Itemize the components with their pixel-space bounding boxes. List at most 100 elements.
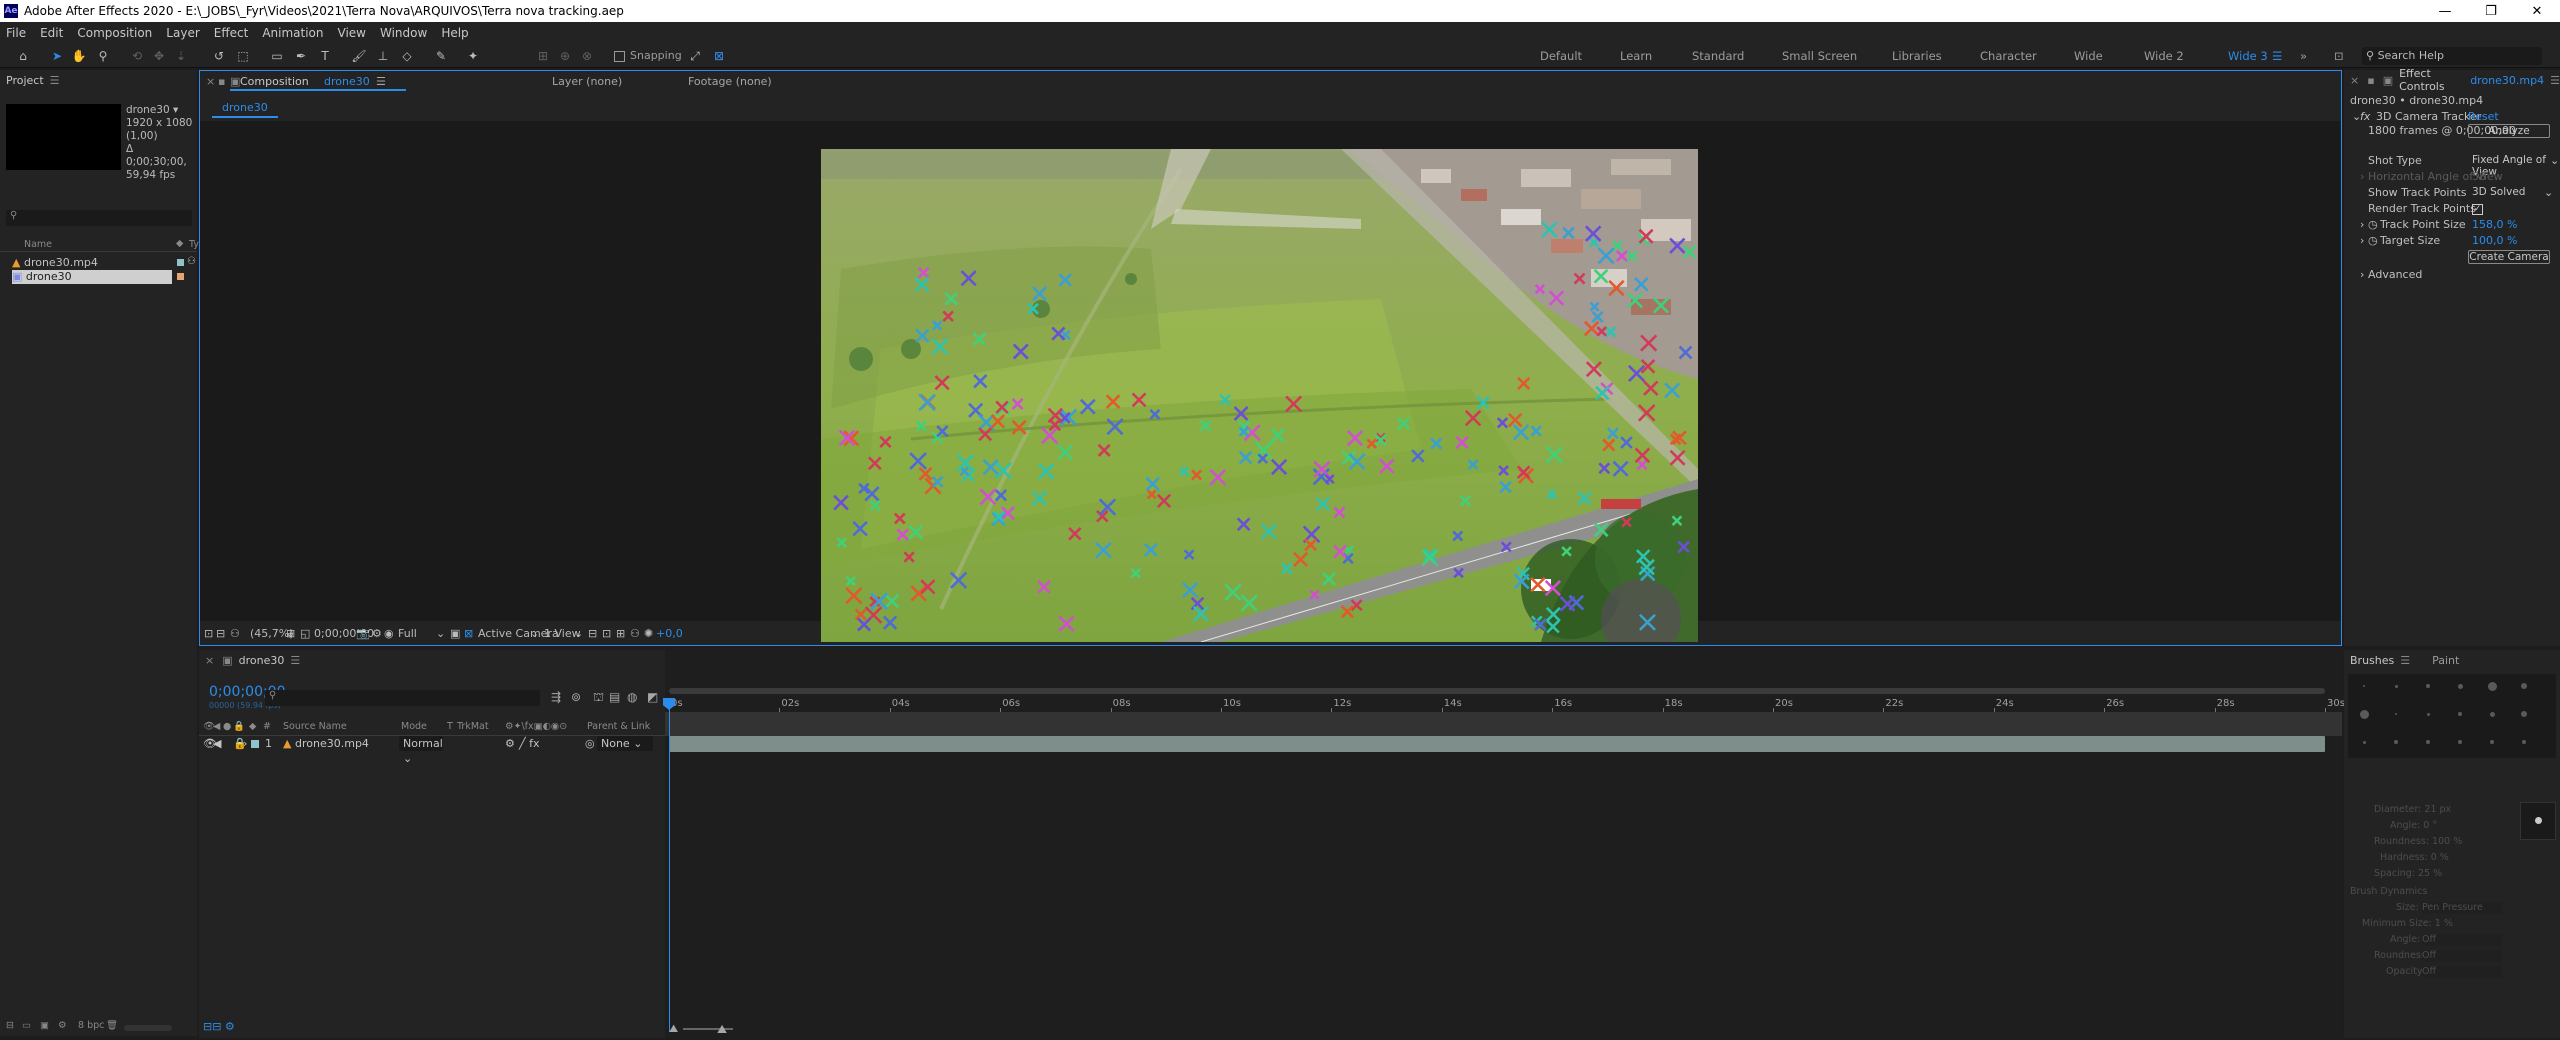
layer-number-col[interactable]: # [263,721,271,732]
chevron-down-icon[interactable]: ⌄ [530,627,539,640]
shy-layers-icon[interactable]: ⛫ [593,690,604,706]
menu-edit[interactable]: Edit [40,26,63,40]
brush-preset[interactable] [2363,685,2365,687]
timeline-tab[interactable]: drone30 [239,654,285,667]
layer-name[interactable]: drone30.mp4 [295,737,369,750]
view-options-icon[interactable]: ⚇ [230,627,240,640]
parent-dropdown[interactable]: None ⌄ [597,736,653,751]
draft-3d-icon[interactable]: ⊚ [571,690,581,704]
panel-menu-icon[interactable]: ☰ [2400,654,2410,667]
pan-behind-tool-icon[interactable]: ⬚ [234,48,252,64]
roundness-dropdown[interactable]: Off [2422,950,2502,962]
reset-link[interactable]: Reset [2468,110,2499,123]
flowchart-icon[interactable]: ⚇ [630,627,640,640]
home-icon[interactable]: ⌂ [14,48,32,64]
brush-preset[interactable] [2362,740,2366,744]
workspace-panel-icon[interactable]: ⊡ [2334,49,2344,63]
chevron-right-icon[interactable]: › [2360,268,2364,281]
brush-preset[interactable] [2489,711,2495,717]
playhead[interactable] [669,702,670,1032]
brush-preset[interactable] [2426,684,2430,688]
motion-blur-icon[interactable]: ◍ [627,690,637,704]
panel-menu-icon[interactable]: ☰ [50,74,60,87]
bpc-label[interactable]: 8 bpc [78,1020,104,1031]
project-search-input[interactable]: ⚲ [6,210,192,226]
brush-preset[interactable] [2490,740,2494,744]
menu-layer[interactable]: Layer [166,26,199,40]
brushes-tab[interactable]: Brushes [2350,654,2394,667]
source-name-col[interactable]: Source Name [283,721,347,732]
layer-switches-toggle-icon[interactable]: ⊟⊟ ⚙ [203,1020,235,1033]
puppet-pin-tool-icon[interactable]: ✦ [464,48,482,64]
opacity-dropdown[interactable]: Off [2422,966,2502,978]
snapshot-icon[interactable]: 📷 [356,627,370,640]
menu-file[interactable]: File [6,26,26,40]
stopwatch-icon[interactable]: ◷ [2368,234,2378,247]
chevron-right-icon[interactable]: › [2360,218,2364,231]
audio-switch-icon[interactable]: ◀ [213,721,220,732]
brush-preset[interactable] [2521,711,2527,717]
workspace-libraries[interactable]: Libraries [1892,49,1942,63]
project-item-composition[interactable]: ▣ drone30 [12,270,172,284]
selection-tool-icon[interactable]: ➤ [48,48,66,64]
project-tab[interactable]: Project [6,74,44,87]
t-col[interactable]: T [447,721,453,732]
close-tab-icon[interactable]: × [205,654,214,667]
workspace-default[interactable]: Default [1540,49,1582,63]
advanced-group[interactable]: Advanced [2368,268,2422,281]
region-of-interest-icon[interactable]: ▣ [450,627,460,640]
effect-name[interactable]: 3D Camera Tracker [2376,110,2481,123]
adjust-settings-icon[interactable]: ⚙ [58,1020,67,1031]
layer-label-swatch[interactable] [251,740,259,748]
delete-icon[interactable]: 🗑 [106,1020,118,1031]
menu-help[interactable]: Help [441,26,468,40]
chevron-down-icon[interactable]: ⌄ [436,627,445,640]
brush-preset[interactable] [2426,740,2430,744]
toggle-pixel-aspect-icon[interactable]: ⊟ [588,627,597,640]
rotation-tool-icon[interactable]: ↺ [210,48,228,64]
brush-preset[interactable] [2394,684,2398,688]
hand-tool-icon[interactable]: ✋ [70,48,88,64]
graph-editor-icon[interactable]: ◩ [647,690,658,704]
track-size-value[interactable]: 158,0 % [2472,218,2517,231]
interpret-footage-icon[interactable]: ⊟ [6,1020,14,1031]
workspace-learn[interactable]: Learn [1620,49,1652,63]
eraser-tool-icon[interactable]: ◇ [398,48,416,64]
label-tag-icon[interactable]: ◆ [249,721,256,732]
view-axis-icon[interactable]: ⊗ [578,48,596,64]
stopwatch-icon[interactable]: ◷ [2368,218,2378,231]
timeline-layer-row[interactable]: 👁 ◀ 🔒 › 1 ▲ drone30.mp4 ⚙ ╱ fx Normal ⌄ … [199,736,665,765]
col-type-truncated[interactable]: Ty [189,239,199,250]
brush-preset[interactable] [2458,712,2462,716]
switches-icon[interactable]: ⚙ [505,737,515,750]
new-composition-icon[interactable]: ▣ [40,1020,49,1031]
frame-blending-icon[interactable]: ▤ [609,690,620,704]
lock-icon[interactable]: ▪ [2367,74,2374,87]
analyze-button[interactable]: Analyze [2468,124,2550,138]
toggle-mask-icon[interactable]: ◱ [300,627,310,640]
grid-guides-icon[interactable]: ⊞ [286,627,295,640]
menu-view[interactable]: View [338,26,366,40]
menu-effect[interactable]: Effect [214,26,249,40]
show-snapshot-icon[interactable]: ⚙ [372,627,382,640]
always-preview-icon[interactable]: ⊡ [204,627,213,640]
effect-controls-layer[interactable]: drone30.mp4 [2470,74,2544,87]
create-camera-button[interactable]: Create Camera [2468,250,2550,264]
shot-type-dropdown[interactable]: Fixed Angle of View [2472,154,2560,178]
panel-menu-icon[interactable]: ☰ [290,654,300,667]
reset-exposure-icon[interactable]: ✺ [644,627,653,640]
new-folder-icon[interactable]: ▭ [22,1020,31,1031]
timeline-search-input[interactable]: ⚲ [265,690,540,706]
parent-link-col[interactable]: Parent & Link [587,721,650,732]
dolly-camera-icon[interactable]: ⇣ [172,48,190,64]
type-tool-icon[interactable]: T [316,48,334,64]
composition-tab[interactable]: Composition [240,75,309,88]
target-size-value[interactable]: 100,0 % [2472,234,2517,247]
brush-preset[interactable] [2359,709,2369,719]
effect-controls-tab[interactable]: Effect Controls [2399,67,2466,93]
speaker-icon[interactable]: ◀ [213,737,221,750]
comp-flowchart-icon[interactable]: ⇶ [551,690,561,704]
switches-col-icon[interactable]: ⚙✦\fx▣◐◉⊙ [505,721,567,732]
zoom-in-icon[interactable]: ⛰ [717,1022,727,1037]
chevron-down-icon[interactable]: ⌄ [2544,186,2553,199]
